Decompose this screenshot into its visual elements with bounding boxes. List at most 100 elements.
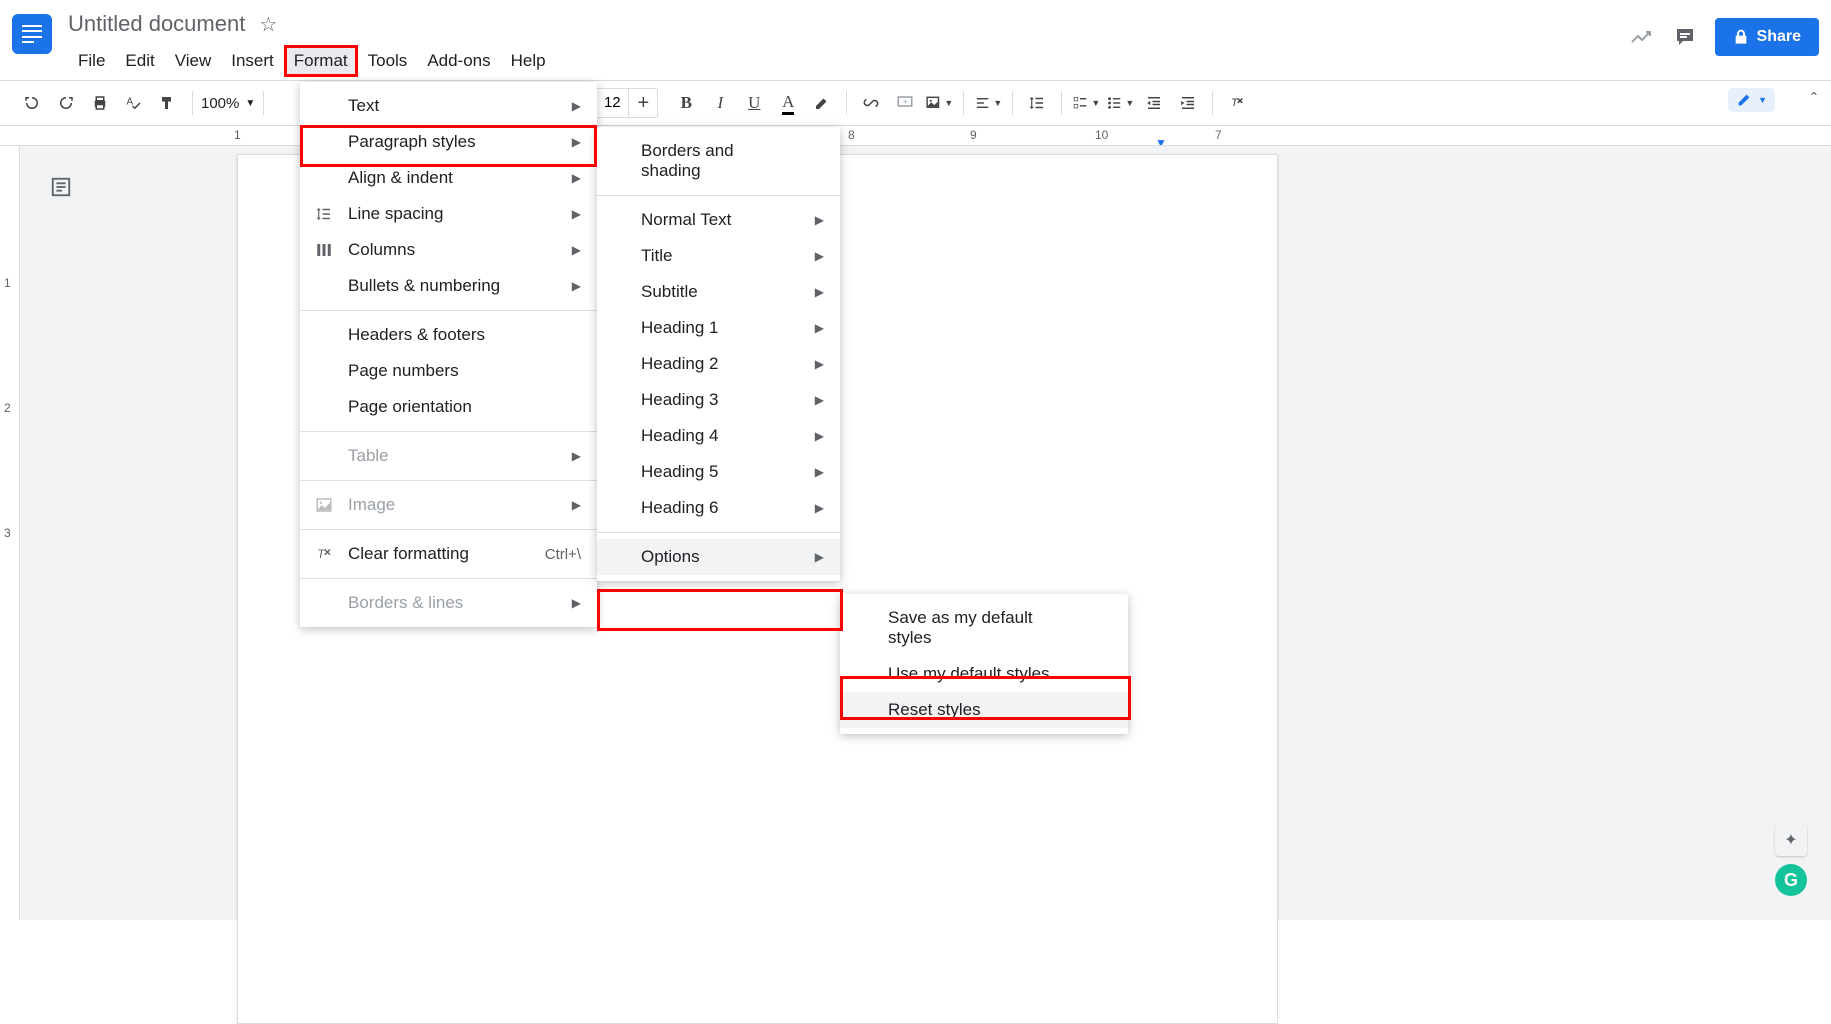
menu-item-save-as-my-default-styles[interactable]: Save as my default styles [840, 600, 1128, 656]
menu-item-label: Headers & footers [348, 325, 597, 345]
paint-format-button[interactable] [154, 89, 182, 117]
insert-comment-button[interactable]: + [891, 89, 919, 117]
editing-mode-button[interactable]: ▼ [1728, 88, 1775, 112]
zoom-dropdown[interactable]: 100% ▼ [195, 95, 261, 112]
submenu-arrow-icon: ▶ [572, 498, 581, 512]
menu-item-bullets-numbering[interactable]: Bullets & numbering▶ [300, 268, 597, 304]
menu-item-use-my-default-styles[interactable]: Use my default styles [840, 656, 1128, 692]
menu-item-borders-and-shading[interactable]: Borders and shading [597, 133, 840, 189]
menu-tools[interactable]: Tools [358, 45, 418, 77]
menu-file[interactable]: File [68, 45, 115, 77]
menu-item-label: Columns [348, 240, 597, 260]
vertical-ruler[interactable]: 1 2 3 [0, 146, 20, 920]
menu-item-image: Image▶ [300, 487, 597, 523]
menu-item-heading-2[interactable]: Heading 2▶ [597, 346, 840, 382]
menu-item-heading-6[interactable]: Heading 6▶ [597, 490, 840, 526]
activity-icon[interactable] [1627, 23, 1655, 51]
decrease-indent-button[interactable] [1140, 89, 1168, 117]
image-icon [300, 496, 348, 514]
menu-item-align-indent[interactable]: Align & indent▶ [300, 160, 597, 196]
ruler-tick: 1 [4, 276, 11, 290]
menu-item-label: Heading 4 [641, 426, 840, 446]
bold-button[interactable]: B [672, 89, 700, 117]
menu-add-ons[interactable]: Add-ons [417, 45, 500, 77]
font-size-increase[interactable]: + [629, 89, 657, 117]
menu-insert[interactable]: Insert [221, 45, 284, 77]
menu-shortcut: Ctrl+\ [545, 546, 581, 563]
submenu-arrow-icon: ▶ [815, 465, 824, 479]
clear-formatting-button[interactable]: T [1223, 89, 1251, 117]
menu-item-line-spacing[interactable]: Line spacing▶ [300, 196, 597, 232]
horizontal-ruler[interactable]: 1 8 9 10 7 ▼ [0, 126, 1831, 146]
submenu-arrow-icon: ▶ [815, 429, 824, 443]
line-spacing-button[interactable] [1023, 89, 1051, 117]
ruler-right-indent-marker[interactable]: ▼ [1155, 136, 1167, 146]
increase-indent-button[interactable] [1174, 89, 1202, 117]
document-title[interactable]: Untitled document [68, 11, 245, 37]
comments-icon[interactable] [1671, 23, 1699, 51]
undo-button[interactable] [18, 89, 46, 117]
menu-item-clear-formatting[interactable]: TClear formattingCtrl+\ [300, 536, 597, 572]
menu-item-heading-1[interactable]: Heading 1▶ [597, 310, 840, 346]
menu-item-text[interactable]: Text▶ [300, 88, 597, 124]
menubar: FileEditViewInsertFormatToolsAdd-onsHelp [68, 44, 1627, 78]
align-button[interactable]: ▼ [974, 89, 1002, 117]
menu-item-label: Paragraph styles [348, 132, 597, 152]
menu-separator [300, 310, 597, 311]
menu-item-label: Align & indent [348, 168, 597, 188]
title-area: Untitled document ☆ FileEditViewInsertFo… [68, 8, 1627, 78]
docs-logo[interactable] [12, 14, 52, 54]
toolbar-separator [263, 91, 264, 115]
star-icon[interactable]: ☆ [259, 12, 277, 37]
highlight-button[interactable] [808, 89, 836, 117]
chevron-down-icon: ▼ [245, 98, 255, 109]
insert-link-button[interactable] [857, 89, 885, 117]
menu-item-heading-4[interactable]: Heading 4▶ [597, 418, 840, 454]
lock-icon [1733, 29, 1749, 45]
menu-item-paragraph-styles[interactable]: Paragraph styles▶ [300, 124, 597, 160]
italic-button[interactable]: I [706, 89, 734, 117]
share-label: Share [1757, 28, 1801, 46]
menu-item-heading-5[interactable]: Heading 5▶ [597, 454, 840, 490]
menu-item-columns[interactable]: Columns▶ [300, 232, 597, 268]
menu-edit[interactable]: Edit [115, 45, 164, 77]
submenu-arrow-icon: ▶ [572, 99, 581, 113]
line-spacing-icon [300, 205, 348, 223]
insert-image-button[interactable]: ▼ [925, 89, 953, 117]
menu-item-headers-footers[interactable]: Headers & footers [300, 317, 597, 353]
spellcheck-button[interactable]: A [120, 89, 148, 117]
grammarly-icon[interactable]: G [1775, 864, 1807, 896]
menu-item-label: Normal Text [641, 210, 840, 230]
font-size-value[interactable]: 12 [595, 89, 629, 117]
share-button[interactable]: Share [1715, 18, 1819, 56]
collapse-toolbar-button[interactable]: ˆ [1811, 90, 1817, 111]
menu-item-page-orientation[interactable]: Page orientation [300, 389, 597, 425]
explore-button[interactable]: ✦ [1775, 824, 1807, 856]
ruler-tick: 3 [4, 526, 11, 540]
pencil-icon [1736, 92, 1752, 108]
menu-item-label: Page orientation [348, 397, 597, 417]
toolbar-lists-group: ▼ ▼ [1064, 81, 1210, 125]
menu-help[interactable]: Help [501, 45, 556, 77]
submenu-arrow-icon: ▶ [815, 213, 824, 227]
text-color-button[interactable]: A [774, 89, 802, 117]
menu-item-heading-3[interactable]: Heading 3▶ [597, 382, 840, 418]
svg-text:+: + [903, 97, 908, 106]
menu-item-options[interactable]: Options▶ [597, 539, 840, 575]
svg-text:A: A [127, 97, 134, 108]
menu-item-normal-text[interactable]: Normal Text▶ [597, 202, 840, 238]
toolbar-separator [1061, 91, 1062, 115]
redo-button[interactable] [52, 89, 80, 117]
bulleted-list-button[interactable]: ▼ [1106, 89, 1134, 117]
menu-item-title[interactable]: Title▶ [597, 238, 840, 274]
print-button[interactable] [86, 89, 114, 117]
menu-item-label: Heading 5 [641, 462, 840, 482]
menu-item-reset-styles[interactable]: Reset styles [840, 692, 1128, 728]
underline-button[interactable]: U [740, 89, 768, 117]
document-outline-button[interactable] [50, 176, 72, 198]
menu-item-page-numbers[interactable]: Page numbers [300, 353, 597, 389]
menu-format[interactable]: Format [284, 45, 358, 77]
menu-view[interactable]: View [165, 45, 222, 77]
checklist-button[interactable]: ▼ [1072, 89, 1100, 117]
menu-item-subtitle[interactable]: Subtitle▶ [597, 274, 840, 310]
